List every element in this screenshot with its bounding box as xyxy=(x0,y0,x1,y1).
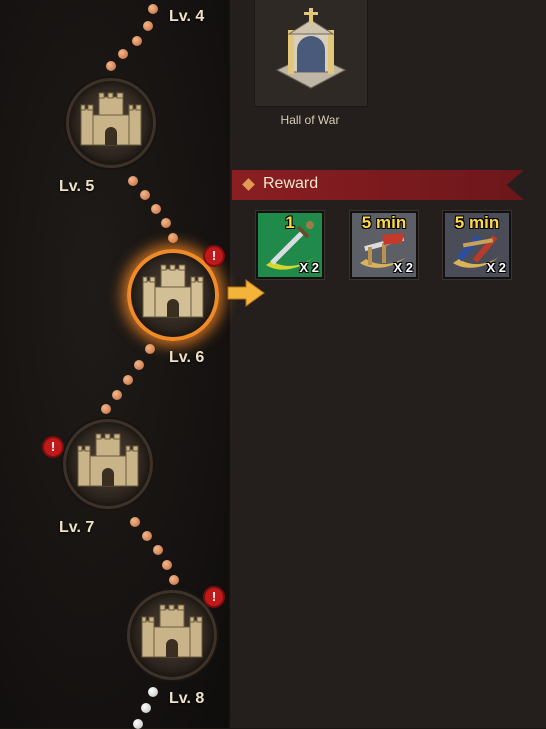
reward-item[interactable]: 5 min X 2 xyxy=(443,211,511,279)
reward-item[interactable]: 1 X 2 xyxy=(256,211,324,279)
level-label-8: Lv. 8 xyxy=(169,690,205,707)
reward-quantity: X 2 xyxy=(486,260,506,275)
reward-quantity: X 2 xyxy=(393,260,413,275)
castle-icon xyxy=(142,264,204,318)
level-node-8[interactable] xyxy=(127,590,217,680)
castle-icon xyxy=(141,604,203,658)
alert-badge-7: ! xyxy=(42,436,64,458)
alert-badge-8: ! xyxy=(203,586,225,608)
reward-quantity: X 2 xyxy=(299,260,319,275)
castle-icon xyxy=(80,92,142,146)
level-node-5[interactable] xyxy=(66,78,156,168)
reward-title: Reward xyxy=(263,175,319,192)
reward-amount: 5 min xyxy=(361,213,407,232)
building-card[interactable] xyxy=(254,0,368,107)
reward-item[interactable]: 5 min X 2 xyxy=(350,211,418,279)
alert-badge-6: ! xyxy=(203,245,225,267)
level-label-7: Lv. 7 xyxy=(59,519,95,536)
reward-amount: 5 min xyxy=(454,213,500,232)
reward-amount: 1 xyxy=(285,213,295,232)
castle-icon xyxy=(77,433,139,487)
building-name: Hall of War xyxy=(280,113,340,127)
reward-panel xyxy=(232,0,546,728)
selection-arrow-icon xyxy=(227,279,265,307)
hall-of-war-icon xyxy=(275,8,347,89)
level-node-7[interactable] xyxy=(63,419,153,509)
level-label-6: Lv. 6 xyxy=(169,349,205,366)
level-label-4: Lv. 4 xyxy=(169,8,205,25)
level-label-5: Lv. 5 xyxy=(59,178,95,195)
